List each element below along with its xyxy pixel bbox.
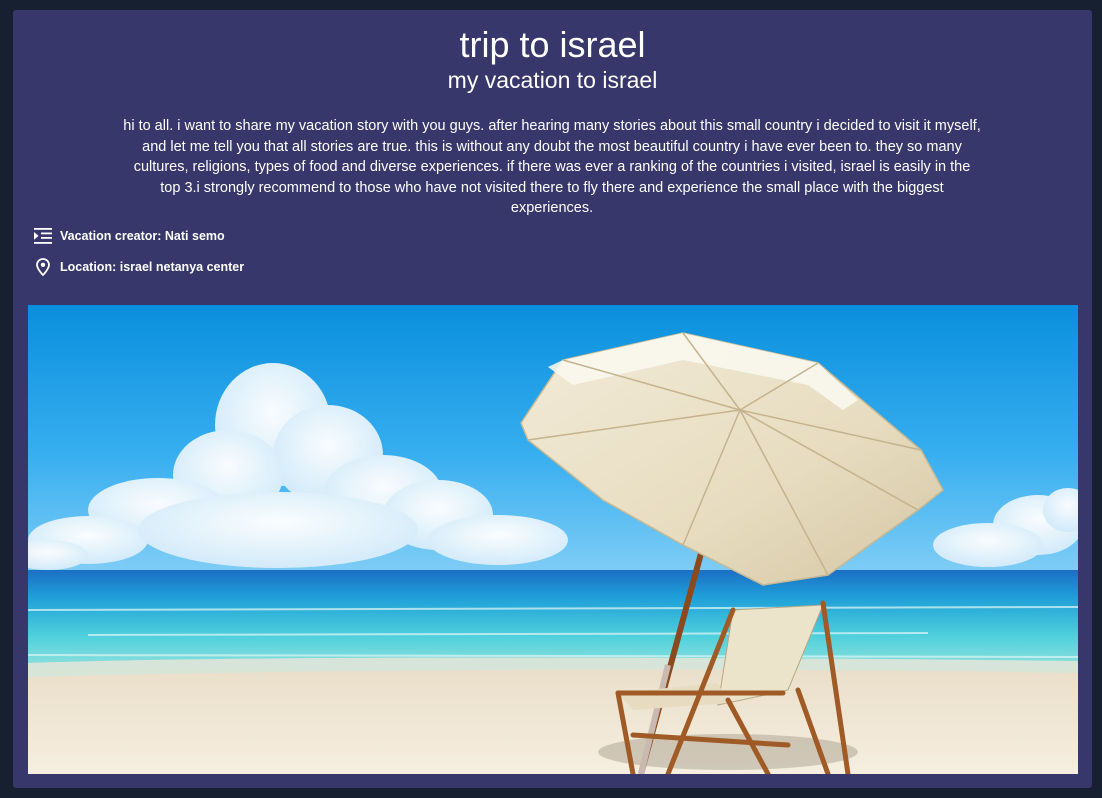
creator-row: Vacation creator: Nati semo: [34, 227, 225, 245]
map-pin-icon: [34, 258, 52, 276]
creator-text: Vacation creator: Nati semo: [60, 229, 225, 243]
vacation-photo: [28, 305, 1078, 774]
vacation-card: trip to israel my vacation to israel hi …: [13, 10, 1092, 788]
vacation-description: hi to all. i want to share my vacation s…: [123, 118, 981, 216]
location-row: Location: israel netanya center: [34, 258, 244, 276]
location-text: Location: israel netanya center: [60, 260, 245, 274]
vacation-title: trip to israel: [459, 24, 646, 65]
vacation-subtitle: my vacation to israel: [447, 67, 658, 93]
list-indent-icon: [34, 227, 52, 245]
